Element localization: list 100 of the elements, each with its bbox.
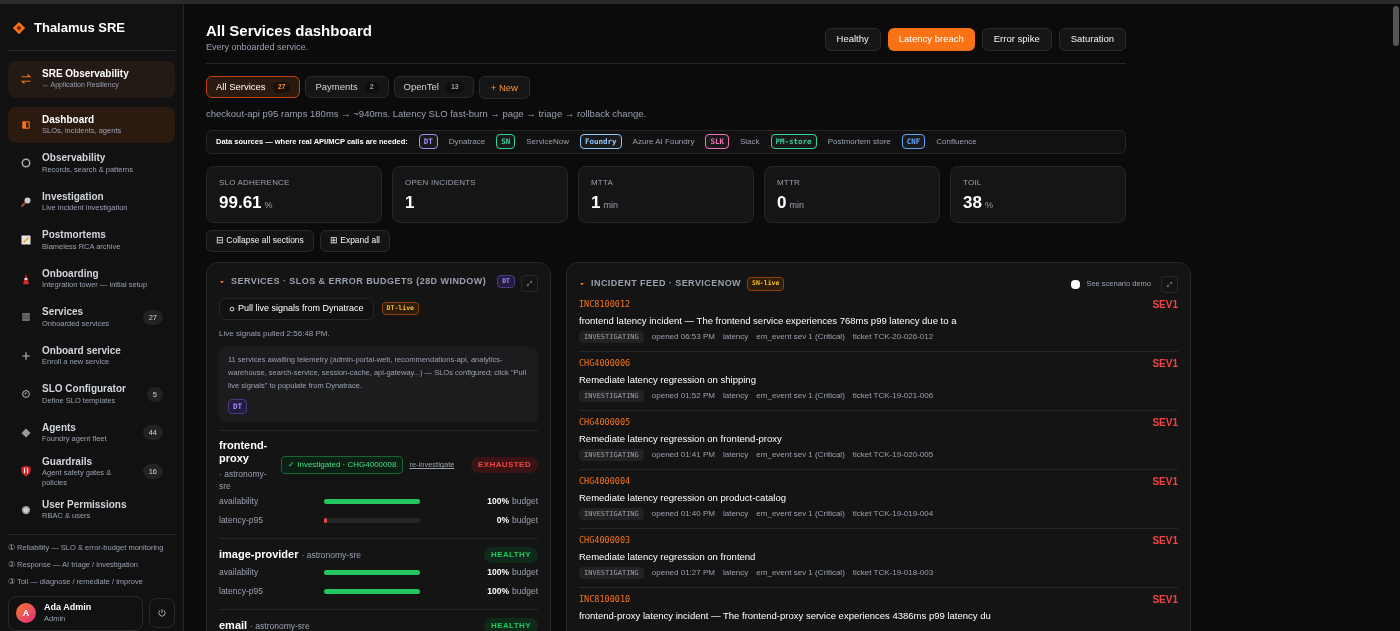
scenario-button[interactable]: Healthy bbox=[824, 28, 881, 51]
nav-label: Agents bbox=[42, 421, 77, 435]
budget-percent: 100% bbox=[487, 494, 509, 508]
budget-label: budget bbox=[512, 513, 538, 527]
ticket-label: ticket TCK-20-026-012 bbox=[852, 331, 934, 343]
opened-time: opened 01:27 PM bbox=[651, 567, 715, 579]
source-name: Postmortem store bbox=[827, 135, 891, 148]
incident-id: CHG4000006 bbox=[579, 356, 631, 370]
avatar: A bbox=[16, 603, 36, 624]
incident-row[interactable]: INC8100010 SEV1 frontend-proxy latency incident — The frontend-proxy service experiences 4386ms p99 latency du bbox=[579, 587, 1178, 627]
nav-label: Guardrails bbox=[42, 455, 94, 469]
incident-title: frontend latency incident — The frontend service experiences 768ms p99 latency due to a bbox=[579, 313, 958, 328]
slo-name: availability bbox=[219, 494, 260, 508]
page-title: All Services dashboard bbox=[206, 22, 372, 41]
nav-label: Observability bbox=[42, 152, 107, 165]
nav-label: SLO Configurator bbox=[42, 383, 127, 396]
nav-label: User Permissions bbox=[42, 498, 128, 512]
power-button[interactable] bbox=[149, 598, 175, 629]
opened-time: opened 06:53 PM bbox=[651, 331, 715, 343]
severity-label: SEV1 bbox=[1152, 592, 1178, 607]
source-name: Confluence bbox=[936, 135, 977, 148]
expand-button[interactable] bbox=[1161, 275, 1178, 293]
incident-title: Remediate latency regression on frontend bbox=[579, 549, 757, 564]
opened-time: opened 01:40 PM bbox=[651, 508, 715, 520]
team-name: · astronomy-sre bbox=[301, 549, 361, 561]
incident-id: CHG4000004 bbox=[579, 474, 631, 488]
expand-icon bbox=[1166, 280, 1173, 288]
kpi-value: 99.61 bbox=[219, 191, 262, 214]
kpi-value: 0 bbox=[777, 191, 787, 214]
panel-title: SERVICES · SLOS & ERROR BUDGETS (28D WINDOW) bbox=[231, 274, 488, 287]
kpi-value: 1 bbox=[591, 191, 601, 214]
incident-title: Remediate latency regression on frontend-proxy bbox=[579, 431, 783, 446]
severity-label: SEV1 bbox=[1152, 356, 1178, 371]
budget-label: budget bbox=[512, 565, 538, 579]
incident-title: Remediate latency regression on shipping bbox=[579, 372, 757, 387]
diamond-logo-icon bbox=[12, 20, 26, 35]
section-toggle-button[interactable]: ⊟ Collapse all sections bbox=[206, 229, 314, 252]
panel-icon bbox=[20, 118, 32, 131]
status-tag: HEALTHY bbox=[484, 617, 538, 631]
team-name: · astronomy-sre bbox=[219, 467, 268, 492]
kpi-value: 1 bbox=[405, 191, 415, 214]
opened-time: opened 01:41 PM bbox=[651, 449, 715, 461]
ticket-label: ticket TCK-19-020-005 bbox=[852, 449, 934, 461]
workspace-title: SRE Observability bbox=[42, 67, 129, 80]
plus-icon bbox=[20, 349, 32, 362]
opened-time: opened 01:52 PM bbox=[651, 390, 715, 402]
source-name: Slack bbox=[739, 135, 760, 148]
scrollbar[interactable] bbox=[1393, 6, 1399, 46]
category-label: latency bbox=[722, 508, 749, 520]
kpi-value: 38 bbox=[963, 191, 982, 214]
category-label: latency bbox=[722, 567, 749, 579]
ticket-label: ticket TCK-19-018-003 bbox=[852, 567, 934, 579]
nav-label: Onboarding bbox=[42, 267, 100, 281]
nav-label: Postmortems bbox=[42, 229, 107, 242]
slo-name: latency-p95 bbox=[219, 513, 264, 527]
nav-label: Onboard service bbox=[42, 344, 122, 358]
status-tag: HEALTHY bbox=[484, 546, 538, 563]
kpi-label: MTTA bbox=[591, 176, 614, 189]
tower-icon bbox=[20, 272, 32, 285]
expand-button[interactable] bbox=[521, 274, 538, 292]
budget-label: budget bbox=[512, 584, 538, 598]
severity-label: SEV1 bbox=[1152, 415, 1178, 430]
pull-signals-button[interactable]: Pull live signals from Dynatrace bbox=[219, 297, 374, 320]
nav-label: Investigation bbox=[42, 190, 105, 204]
incident-id: INC8100012 bbox=[579, 297, 631, 311]
event-label: em_event sev 1 (Critical) bbox=[756, 508, 845, 520]
severity-label: SEV1 bbox=[1152, 533, 1178, 548]
checkbox[interactable] bbox=[1071, 279, 1081, 289]
ring-icon bbox=[20, 157, 32, 170]
kpi-label: TOIL bbox=[963, 176, 983, 189]
magnifier-icon bbox=[20, 195, 32, 208]
kpi-unit: % bbox=[264, 198, 273, 212]
section-toggle-button[interactable]: ⊞ Expand all bbox=[319, 229, 390, 252]
source-name: Dynatrace bbox=[448, 135, 486, 148]
scenario-description: checkout-api p95 ramps 180ms → ~940ms. Latency SLO fast-burn → page → triage → rollback change. bbox=[206, 107, 648, 122]
investigated-tag: ✓ Investigated · CHG4000008 bbox=[281, 456, 404, 474]
severity-label: SEV1 bbox=[1152, 297, 1178, 312]
list-icon bbox=[20, 311, 32, 324]
power-icon bbox=[157, 608, 167, 619]
scenario-button[interactable]: Error spike bbox=[981, 28, 1052, 51]
category-label: latency bbox=[722, 390, 749, 402]
swap-arrows-icon bbox=[20, 73, 32, 85]
incident-id: CHG4000003 bbox=[579, 533, 631, 547]
source-name: Azure AI Foundry bbox=[632, 135, 695, 148]
expand-icon bbox=[526, 279, 533, 287]
brand-name: Thalamus SRE bbox=[34, 19, 126, 37]
scenario-button[interactable]: Saturation bbox=[1058, 28, 1126, 51]
source-name: ServiceNow bbox=[526, 135, 569, 148]
ring-icon bbox=[229, 305, 235, 312]
pull-status-text: Live signals pulled 2:56:48 PM. bbox=[219, 327, 331, 340]
new-button[interactable]: + New bbox=[478, 76, 530, 100]
incident-id: INC8100010 bbox=[579, 592, 631, 606]
severity-label: SEV1 bbox=[1152, 474, 1178, 489]
kpi-unit: min bbox=[603, 198, 618, 212]
service-name: image-provider bbox=[219, 548, 299, 561]
kpi-unit: % bbox=[984, 198, 993, 212]
budget-percent: 100% bbox=[487, 584, 509, 598]
kpi-unit: min bbox=[789, 198, 804, 212]
incident-id: CHG4000005 bbox=[579, 415, 631, 429]
slo-name: latency-p95 bbox=[219, 584, 264, 598]
